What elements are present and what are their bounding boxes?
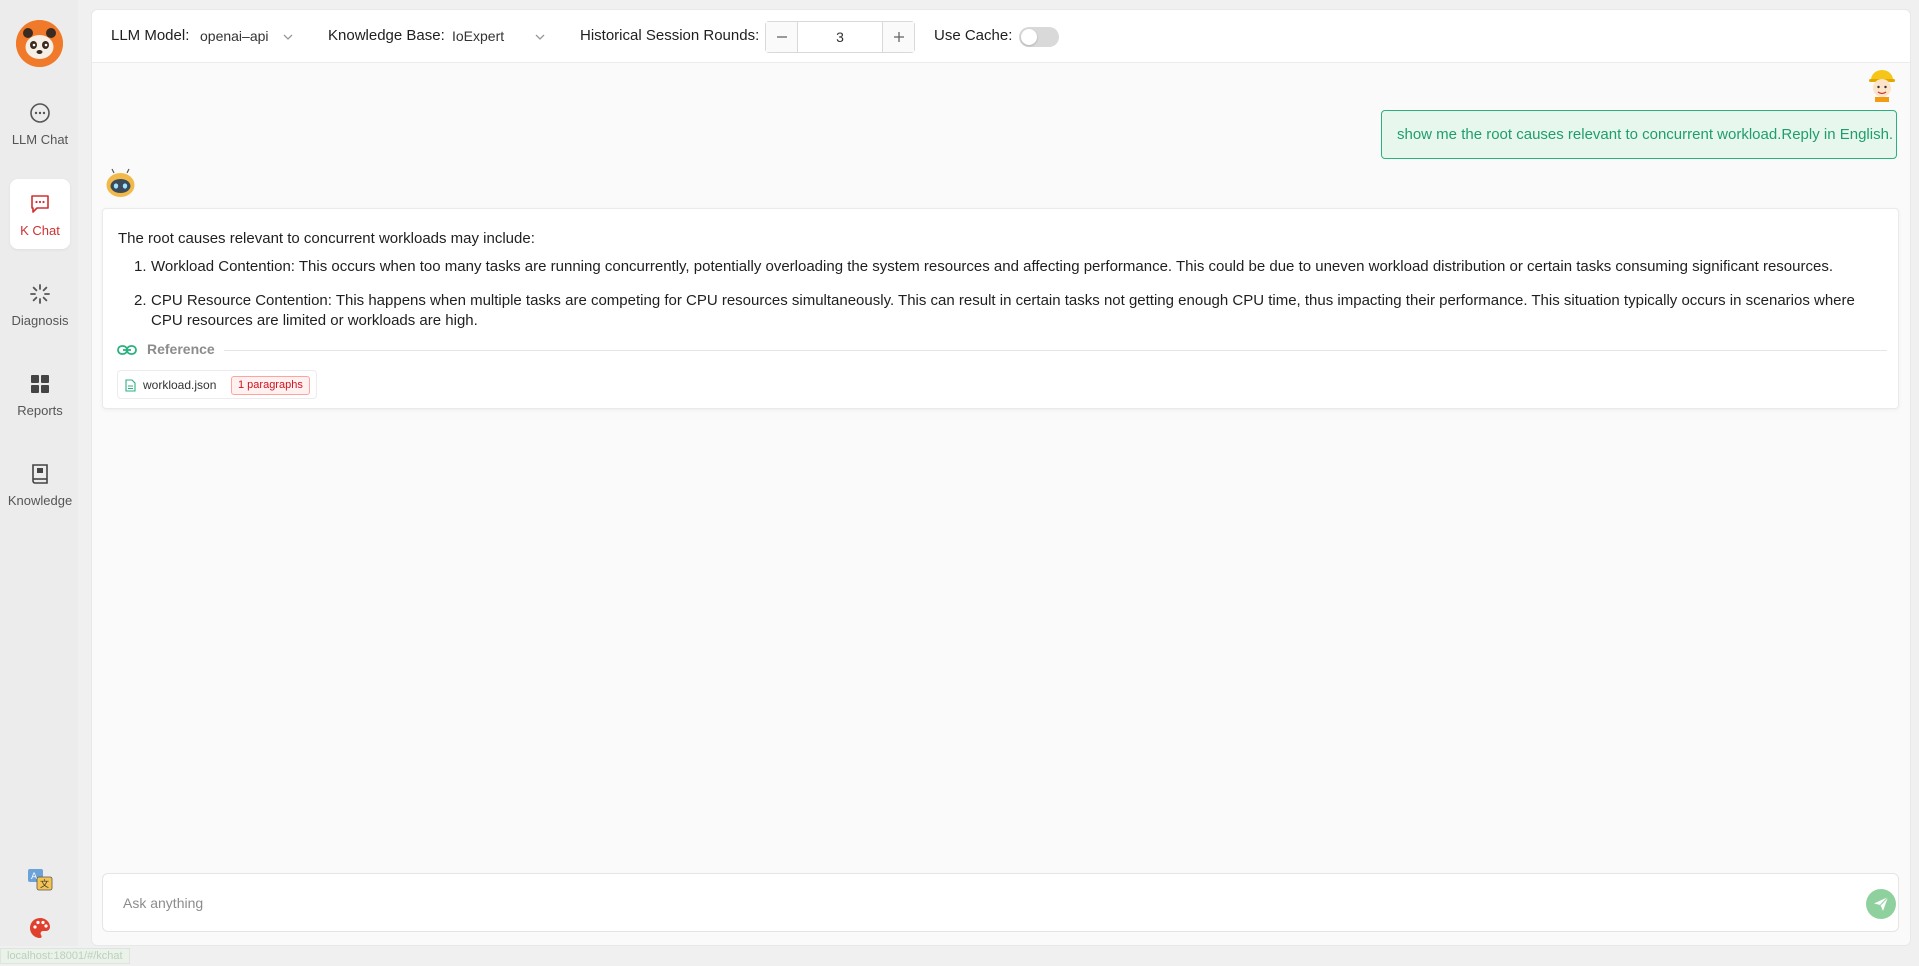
chat-bubble-icon — [27, 100, 53, 126]
panda-logo-icon — [16, 20, 63, 67]
sidebar-item-label: Diagnosis — [11, 312, 69, 328]
reference-label: Reference — [147, 341, 215, 357]
loading-spinner-icon — [27, 281, 53, 307]
llm-model-label: LLM Model: — [111, 27, 190, 44]
chat-input[interactable] — [123, 892, 1823, 914]
divider-line — [224, 350, 1887, 351]
sidebar-item-diagnosis[interactable]: Diagnosis — [10, 269, 70, 339]
list-item-text: CPU Resource Contention: This happens wh… — [151, 292, 1855, 329]
grid-icon — [27, 371, 53, 397]
sidebar-item-llm-chat[interactable]: LLM Chat — [10, 88, 70, 158]
main-panel: LLM Model: openai–api Knowledge Base: Io… — [91, 9, 1911, 946]
palette-icon[interactable] — [26, 914, 54, 942]
history-rounds-value[interactable]: 3 — [798, 22, 882, 52]
list-item-number: 2. — [134, 292, 147, 309]
use-cache-label: Use Cache: — [934, 27, 1013, 44]
list-item-number: 1. — [134, 258, 147, 275]
chevron-down-icon[interactable] — [283, 32, 293, 42]
user-message-text: show me the root causes relevant to conc… — [1397, 126, 1894, 143]
sidebar-item-label: Reports — [17, 402, 63, 418]
worker-avatar-icon — [1869, 70, 1895, 102]
sidebar-item-label: K Chat — [20, 222, 60, 238]
message-square-icon — [27, 191, 53, 217]
history-rounds-label: Historical Session Rounds: — [580, 27, 760, 44]
reference-file-name: workload.json — [143, 378, 217, 392]
list-item: 1. Workload Contention: This occurs when… — [134, 257, 1874, 277]
reference-divider: Reference — [117, 340, 1887, 360]
browser-status-bar: localhost:18001/#/kchat — [0, 946, 1919, 966]
app-logo[interactable] — [16, 20, 63, 67]
bot-message-bubble: The root causes relevant to concurrent w… — [102, 208, 1899, 409]
increment-button[interactable] — [882, 22, 914, 52]
chevron-down-icon[interactable] — [535, 32, 545, 42]
decrement-button[interactable] — [766, 22, 798, 52]
paragraph-count-badge: 1 paragraphs — [231, 376, 310, 395]
list-item: 2. CPU Resource Contention: This happens… — [134, 291, 1874, 331]
use-cache-toggle[interactable] — [1019, 27, 1059, 47]
sidebar-item-knowledge[interactable]: Knowledge — [7, 449, 73, 519]
bot-message-intro: The root causes relevant to concurrent w… — [118, 230, 535, 247]
history-rounds-stepper: 3 — [765, 21, 915, 53]
translate-icon[interactable]: A文 — [26, 866, 54, 894]
book-icon — [27, 461, 53, 487]
bot-avatar — [104, 167, 137, 200]
chat-settings-toolbar: LLM Model: openai–api Knowledge Base: Io… — [92, 10, 1910, 63]
sidebar-item-k-chat[interactable]: K Chat — [10, 179, 70, 249]
sidebar-item-reports[interactable]: Reports — [10, 359, 70, 429]
send-button[interactable] — [1866, 889, 1896, 919]
minus-icon — [776, 36, 787, 38]
user-avatar — [1867, 68, 1897, 102]
file-icon — [125, 379, 136, 392]
plus-icon — [893, 32, 904, 42]
robot-avatar-icon — [106, 168, 135, 197]
toggle-knob — [1021, 29, 1037, 45]
sidebar-item-label: Knowledge — [7, 492, 73, 508]
reference-file-chip[interactable]: workload.json 1 paragraphs — [117, 370, 317, 399]
user-message-bubble: show me the root causes relevant to conc… — [1381, 110, 1897, 159]
send-icon — [1874, 896, 1889, 911]
sidebar: LLM Chat K Chat Diagnosis Reports Knowle… — [0, 0, 78, 966]
status-url: localhost:18001/#/kchat — [0, 948, 130, 964]
knowledge-base-select[interactable]: IoExpert — [452, 28, 504, 44]
llm-model-select[interactable]: openai–api — [200, 28, 269, 44]
link-icon — [117, 345, 137, 355]
chat-input-box — [102, 873, 1899, 932]
sidebar-item-label: LLM Chat — [11, 131, 69, 147]
list-item-text: Workload Contention: This occurs when to… — [151, 258, 1833, 275]
knowledge-base-label: Knowledge Base: — [328, 27, 445, 44]
svg-text:文: 文 — [40, 878, 49, 890]
